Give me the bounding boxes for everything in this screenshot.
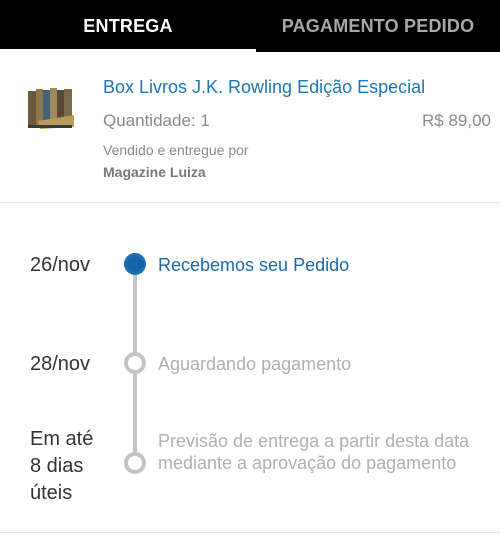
price-label: R$ 89,00 (422, 111, 491, 130)
product-thumbnail[interactable] (26, 83, 76, 131)
tab-pagamento-pedido[interactable]: PAGAMENTO PEDIDO (256, 0, 500, 52)
timeline-date-3: Em até 8 dias úteis (30, 428, 94, 504)
tab-entrega[interactable]: ENTREGA (0, 0, 256, 52)
timeline-dot-pending (124, 352, 146, 374)
timeline-step-1-label: Recebemos seu Pedido (158, 255, 350, 275)
product-card: Box Livros J.K. Rowling Edição Especial … (0, 53, 500, 203)
tab-bar: ENTREGA PAGAMENTO PEDIDO (0, 0, 500, 53)
timeline-step-3-label: Previsão de entrega a partir desta data … (158, 431, 470, 473)
timeline-dot-done (124, 253, 146, 275)
timeline-date-1: 26/nov (30, 254, 91, 276)
timeline-date-2: 28/nov (30, 353, 91, 375)
divider (0, 532, 500, 533)
delivery-timeline: 26/nov Recebemos seu Pedido 28/nov Aguar… (0, 204, 500, 532)
seller-label: Vendido e entregue por (103, 142, 249, 158)
product-title-link[interactable]: Box Livros J.K. Rowling Edição Especial (103, 77, 425, 98)
timeline-step-2-label: Aguardando pagamento (158, 354, 352, 374)
seller-name: Magazine Luiza (103, 164, 206, 180)
timeline-dot-pending (124, 452, 146, 474)
quantity-label: Quantidade: 1 (103, 111, 210, 130)
